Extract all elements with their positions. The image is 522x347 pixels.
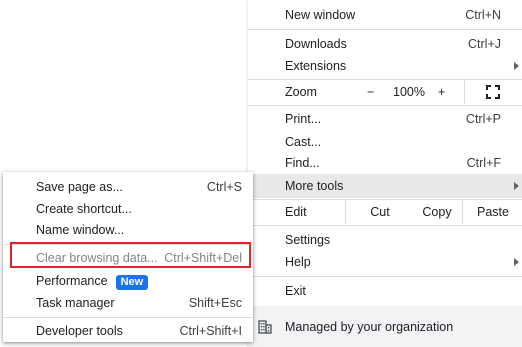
menu-row-edit: Edit Cut Copy Paste	[248, 200, 522, 224]
managed-by-organization[interactable]: Managed by your organization	[248, 306, 522, 347]
menu-separator	[248, 276, 522, 277]
copy-button[interactable]: Copy	[403, 200, 471, 224]
menu-separator	[248, 105, 522, 106]
menu-item-help[interactable]: Help	[248, 250, 522, 274]
menu-item-label: More tools	[285, 179, 344, 193]
submenu-item-save-page[interactable]: Save page as... Ctrl+S	[3, 176, 253, 198]
chrome-main-menu: New window Ctrl+N Downloads Ctrl+J Exten…	[248, 0, 522, 347]
menu-item-downloads[interactable]: Downloads Ctrl+J	[248, 32, 522, 56]
edit-label: Edit	[285, 205, 307, 219]
submenu-item-label: Save page as...	[36, 180, 123, 194]
submenu-item-name-window[interactable]: Name window...	[3, 219, 253, 241]
menu-item-shortcut: Ctrl+N	[465, 8, 501, 22]
menu-item-shortcut: Ctrl+P	[465, 112, 501, 126]
submenu-item-shortcut: Ctrl+Shift+Del	[164, 251, 242, 265]
menu-separator	[248, 29, 522, 30]
menu-item-shortcut: Ctrl+F	[466, 156, 501, 170]
menu-item-print[interactable]: Print... Ctrl+P	[248, 107, 522, 131]
menu-item-label: Find...	[285, 156, 320, 170]
fullscreen-icon[interactable]	[486, 85, 500, 99]
building-icon	[258, 320, 272, 334]
menu-item-find[interactable]: Find... Ctrl+F	[248, 151, 522, 175]
menu-separator	[248, 225, 522, 226]
menu-item-label: Settings	[285, 233, 331, 247]
submenu-item-task-manager[interactable]: Task manager Shift+Esc	[3, 292, 253, 314]
menu-item-label: Downloads	[285, 37, 347, 51]
zoom-in-button[interactable]: +	[438, 85, 445, 99]
menu-item-label: New window	[285, 8, 356, 22]
menu-item-label: Print...	[285, 112, 322, 126]
menu-item-label: Help	[285, 255, 311, 269]
submenu-item-label: Name window...	[36, 223, 125, 237]
submenu-item-shortcut: Shift+Esc	[188, 296, 242, 310]
menu-item-label: Cast...	[285, 135, 322, 149]
submenu-item-shortcut: Ctrl+S	[206, 180, 242, 194]
submenu-item-label: Performance	[36, 274, 108, 288]
menu-item-label: Exit	[285, 284, 306, 298]
paste-button[interactable]: Paste	[462, 200, 522, 224]
menu-item-label: Extensions	[285, 59, 347, 73]
submenu-item-developer-tools[interactable]: Developer tools Ctrl+Shift+I	[3, 320, 253, 342]
submenu-item-performance[interactable]: Performance New	[3, 270, 253, 292]
menu-item-new-window[interactable]: New window Ctrl+N	[248, 3, 522, 27]
zoom-out-button[interactable]: −	[367, 85, 374, 99]
submenu-item-clear-browsing-data[interactable]: Clear browsing data... Ctrl+Shift+Del	[3, 247, 253, 269]
submenu-item-label-wrap: Performance New	[36, 274, 149, 290]
menu-item-exit[interactable]: Exit	[248, 279, 522, 303]
zoom-label: Zoom	[285, 85, 317, 99]
chevron-right-icon	[514, 182, 519, 190]
menu-row-zoom: Zoom − 100% +	[248, 80, 522, 104]
menu-item-settings[interactable]: Settings	[248, 228, 522, 252]
zoom-divider	[464, 80, 465, 104]
chevron-right-icon	[514, 62, 519, 70]
submenu-item-label: Create shortcut...	[36, 202, 132, 216]
menu-item-shortcut: Ctrl+J	[468, 37, 501, 51]
submenu-separator	[3, 317, 253, 318]
menu-item-extensions[interactable]: Extensions	[248, 54, 522, 78]
chevron-right-icon	[514, 258, 519, 266]
submenu-item-label: Developer tools	[36, 324, 123, 338]
submenu-item-label: Clear browsing data...	[36, 251, 158, 265]
submenu-item-label: Task manager	[36, 296, 115, 310]
zoom-level: 100%	[393, 85, 425, 99]
submenu-separator	[3, 244, 253, 245]
new-badge: New	[115, 275, 149, 290]
submenu-item-shortcut: Ctrl+Shift+I	[179, 324, 242, 338]
more-tools-submenu: Save page as... Ctrl+S Create shortcut..…	[3, 172, 253, 342]
managed-label: Managed by your organization	[285, 320, 454, 334]
menu-item-more-tools[interactable]: More tools	[248, 174, 522, 198]
submenu-item-create-shortcut[interactable]: Create shortcut...	[3, 198, 253, 220]
